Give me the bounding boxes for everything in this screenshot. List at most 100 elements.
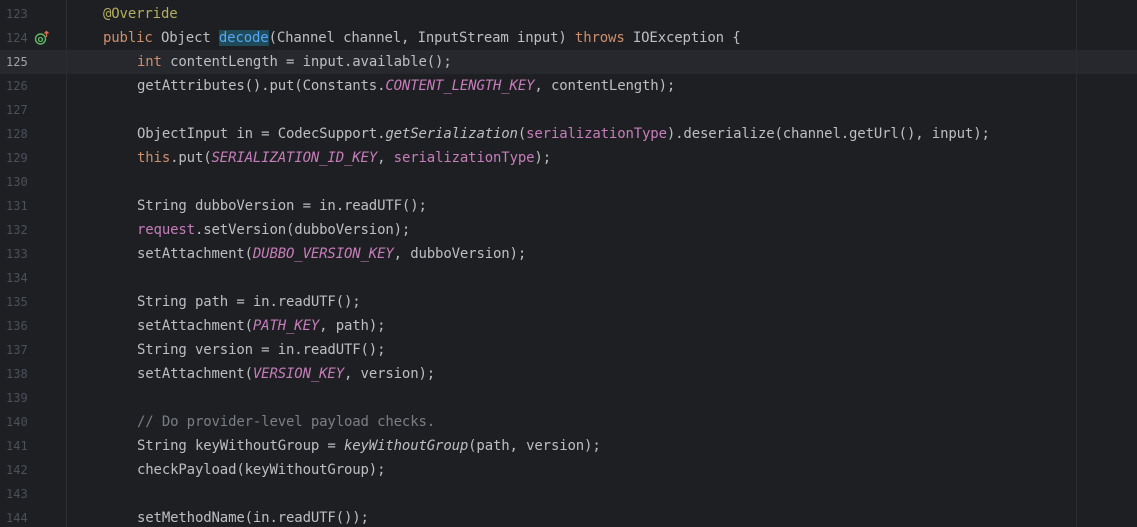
code-line[interactable]: 132 request.setVersion(dubboVersion); [0, 218, 1137, 242]
line-code: String dubboVersion = in.readUTF(); [137, 194, 427, 218]
code-line[interactable]: 136 setAttachment(PATH_KEY, path); [0, 314, 1137, 338]
code-token: getSerialization [385, 126, 518, 142]
code-editor[interactable]: O 123 @Override 124 public Object decode(Ch… [0, 0, 1137, 527]
code-line[interactable]: 126 getAttributes().put(Constants.CONTENT… [0, 74, 1137, 98]
line-code: String path = in.readUTF(); [137, 290, 361, 314]
line-number: 124 [6, 31, 28, 45]
line-number: 137 [6, 343, 28, 357]
code-line[interactable]: 127 [0, 98, 1137, 122]
line-number: 133 [6, 247, 28, 261]
line-number: 139 [6, 391, 28, 405]
code-token: setAttachment( [137, 246, 253, 262]
line-code: // Do provider-level payload checks. [137, 410, 435, 434]
line-number: 126 [6, 79, 28, 93]
code-line[interactable]: 124 public Object decode(Channel channel,… [0, 26, 1137, 50]
line-code: ObjectInput in = CodecSupport.getSeriali… [137, 122, 990, 146]
code-token: PATH_KEY [252, 318, 320, 334]
line-number: 131 [6, 199, 28, 213]
code-line[interactable]: 139 [0, 386, 1137, 410]
code-token: ( [517, 126, 527, 142]
code-token: // Do provider-level payload checks. [137, 414, 436, 430]
code-line[interactable]: 134 [0, 266, 1137, 290]
code-token: this [137, 150, 171, 166]
line-code: checkPayload(keyWithoutGroup); [137, 458, 386, 482]
line-code: String version = in.readUTF(); [137, 338, 386, 362]
line-number: 143 [6, 487, 28, 501]
code-token: decode [218, 30, 269, 46]
code-line[interactable]: 131 String dubboVersion = in.readUTF(); [0, 194, 1137, 218]
code-token: String version = in.readUTF(); [137, 342, 386, 358]
line-number: 125 [6, 55, 28, 69]
line-number: 128 [6, 127, 28, 141]
code-token: , path); [319, 318, 386, 334]
code-token: keyWithoutGroup [343, 438, 469, 454]
code-token: public [103, 30, 161, 46]
code-token: , dubboVersion); [393, 246, 527, 262]
code-token: DUBBO_VERSION_KEY [252, 246, 394, 262]
code-line[interactable]: 144 setMethodName(in.readUTF()); [0, 506, 1137, 527]
line-number: 140 [6, 415, 28, 429]
code-token: , contentLength); [534, 78, 676, 94]
code-line[interactable]: 142 checkPayload(keyWithoutGroup); [0, 458, 1137, 482]
code-token: ).deserialize(channel.getUrl(), input); [666, 126, 990, 142]
line-number: 141 [6, 439, 28, 453]
code-token: String path = in.readUTF(); [137, 294, 361, 310]
line-number: 144 [6, 511, 28, 525]
code-token: SERIALIZATION_ID_KEY [211, 150, 378, 166]
line-number: 142 [6, 463, 28, 477]
line-number: 135 [6, 295, 28, 309]
line-number: 127 [6, 103, 28, 117]
line-code: setMethodName(in.readUTF()); [137, 506, 369, 527]
line-number: 130 [6, 175, 28, 189]
code-token: VERSION_KEY [252, 366, 344, 382]
line-code: setAttachment(DUBBO_VERSION_KEY, dubboVe… [137, 242, 526, 266]
code-line[interactable]: 135 String path = in.readUTF(); [0, 290, 1137, 314]
line-code: String keyWithoutGroup = keyWithoutGroup… [137, 434, 601, 458]
code-token: ); [534, 150, 551, 166]
code-token: checkPayload(keyWithoutGroup); [137, 462, 386, 478]
line-code: @Override [103, 2, 178, 26]
code-line[interactable]: 125 int contentLength = input.available()… [0, 50, 1137, 74]
code-token: throws [574, 30, 633, 46]
code-token: (Channel channel, InputStream input) [268, 30, 575, 46]
line-code: setAttachment(VERSION_KEY, version); [137, 362, 435, 386]
code-line[interactable]: 138 setAttachment(VERSION_KEY, version); [0, 362, 1137, 386]
line-code: getAttributes().put(Constants.CONTENT_LE… [137, 74, 675, 98]
code-token: IOException { [632, 30, 741, 46]
code-line[interactable]: 129 this.put(SERIALIZATION_ID_KEY, serial… [0, 146, 1137, 170]
code-token: setAttachment( [137, 318, 253, 334]
line-code: setAttachment(PATH_KEY, path); [137, 314, 386, 338]
code-token: setAttachment( [137, 366, 253, 382]
line-code: this.put(SERIALIZATION_ID_KEY, serializa… [137, 146, 551, 170]
code-token: String keyWithoutGroup = [137, 438, 344, 454]
code-token: request [137, 222, 195, 238]
code-token: contentLength = input.available(); [170, 54, 452, 70]
code-line[interactable]: 133 setAttachment(DUBBO_VERSION_KEY, dubb… [0, 242, 1137, 266]
code-line[interactable]: 140 // Do provider-level payload checks. [0, 410, 1137, 434]
code-token: @Override [103, 6, 178, 22]
code-line[interactable]: 128 ObjectInput in = CodecSupport.getSeri… [0, 122, 1137, 146]
code-line[interactable]: 137 String version = in.readUTF(); [0, 338, 1137, 362]
line-code: request.setVersion(dubboVersion); [137, 218, 410, 242]
line-number: 132 [6, 223, 28, 237]
code-token: int [137, 54, 171, 70]
code-line[interactable]: 130 [0, 170, 1137, 194]
code-token: serializationType [526, 126, 667, 142]
line-number: 136 [6, 319, 28, 333]
code-token: setMethodName(in.readUTF()); [137, 510, 369, 526]
code-token: String dubboVersion = in.readUTF(); [137, 198, 427, 214]
line-number: 138 [6, 367, 28, 381]
code-token: CONTENT_LENGTH_KEY [385, 78, 535, 94]
code-token: , version); [343, 366, 436, 382]
code-token: , [377, 150, 394, 166]
code-token: getAttributes().put(Constants. [137, 78, 386, 94]
code-token: Object [160, 30, 219, 46]
code-line[interactable]: 143 [0, 482, 1137, 506]
code-token: (path, version); [468, 438, 601, 454]
line-number: 134 [6, 271, 28, 285]
line-code: int contentLength = input.available(); [137, 50, 452, 74]
code-line[interactable]: 123 @Override [0, 2, 1137, 26]
code-token: .setVersion(dubboVersion); [194, 222, 411, 238]
code-line[interactable]: 141 String keyWithoutGroup = keyWithoutGr… [0, 434, 1137, 458]
code-token: .put( [170, 150, 212, 166]
